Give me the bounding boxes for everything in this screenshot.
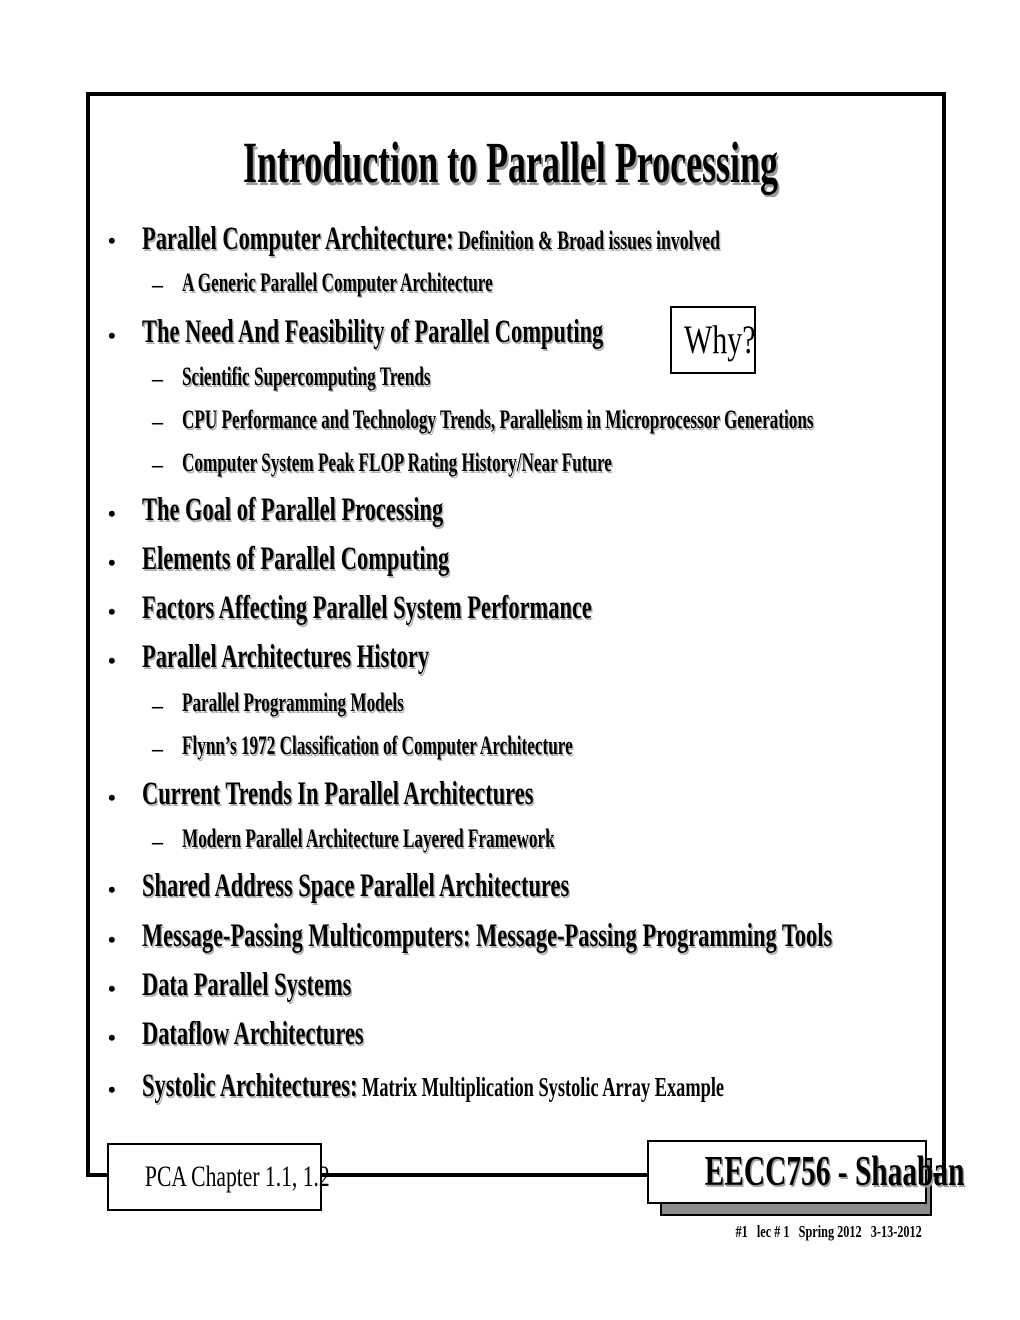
course-label: EECC756 - Shaaban (647, 1140, 964, 1204)
outline-item: Shared Address Space Parallel Architectu… (142, 868, 570, 904)
bullet-icon: • (108, 599, 116, 624)
bullet-icon: • (108, 1025, 116, 1050)
outline-subitem: Parallel Programming Models (182, 688, 404, 717)
bullet-icon: • (108, 501, 116, 526)
slide-footer: #1 lec # 1 Spring 2012 3-13-2012 (735, 1222, 922, 1241)
dash-icon: – (152, 452, 163, 477)
outline-item: Message-Passing Multicomputers: Message-… (142, 918, 833, 954)
outline-item: Parallel Computer Architecture: Definiti… (142, 221, 720, 257)
bullet-icon: • (108, 976, 116, 1001)
bullet-icon: • (108, 648, 116, 673)
outline-subitem: Scientific Supercomputing Trends (182, 362, 431, 391)
bullet-icon: • (108, 927, 116, 952)
bullet-icon: • (108, 323, 116, 348)
outline-subitem: Flynn’s 1972 Classification of Computer … (182, 731, 573, 760)
outline-subitem: CPU Performance and Technology Trends, P… (182, 405, 814, 434)
outline-item: Factors Affecting Parallel System Perfor… (142, 590, 592, 626)
outline-item: The Need And Feasibility of Parallel Com… (142, 314, 604, 350)
bullet-icon: • (108, 550, 116, 575)
dash-icon: – (152, 409, 163, 434)
slide-title: Introduction to Parallel Processing (242, 130, 778, 195)
bullet-icon: • (108, 1077, 116, 1102)
outline-item: Data Parallel Systems (142, 967, 352, 1003)
outline-item: The Goal of Parallel Processing (142, 492, 444, 528)
why-callout: Why? (670, 306, 756, 374)
outline-subitem: Modern Parallel Architecture Layered Fra… (182, 824, 555, 853)
dash-icon: – (152, 829, 163, 854)
outline-item: Current Trends In Parallel Architectures (142, 776, 534, 812)
dash-icon: – (152, 736, 163, 761)
outline-item: Dataflow Architectures (142, 1016, 364, 1052)
bullet-icon: • (108, 877, 116, 902)
outline-item: Systolic Architectures: Matrix Multiplic… (142, 1068, 725, 1104)
dash-icon: – (152, 693, 163, 718)
outline-item: Parallel Architectures History (142, 639, 430, 675)
outline-subitem: Computer System Peak FLOP Rating History… (182, 448, 612, 477)
bullet-icon: • (108, 228, 116, 253)
bullet-icon: • (108, 785, 116, 810)
outline-item: Elements of Parallel Computing (142, 541, 450, 577)
dash-icon: – (152, 272, 163, 297)
outline-subitem: A Generic Parallel Computer Architecture (182, 268, 493, 297)
dash-icon: – (152, 366, 163, 391)
chapter-label: PCA Chapter 1.1, 1.2 (107, 1143, 330, 1211)
